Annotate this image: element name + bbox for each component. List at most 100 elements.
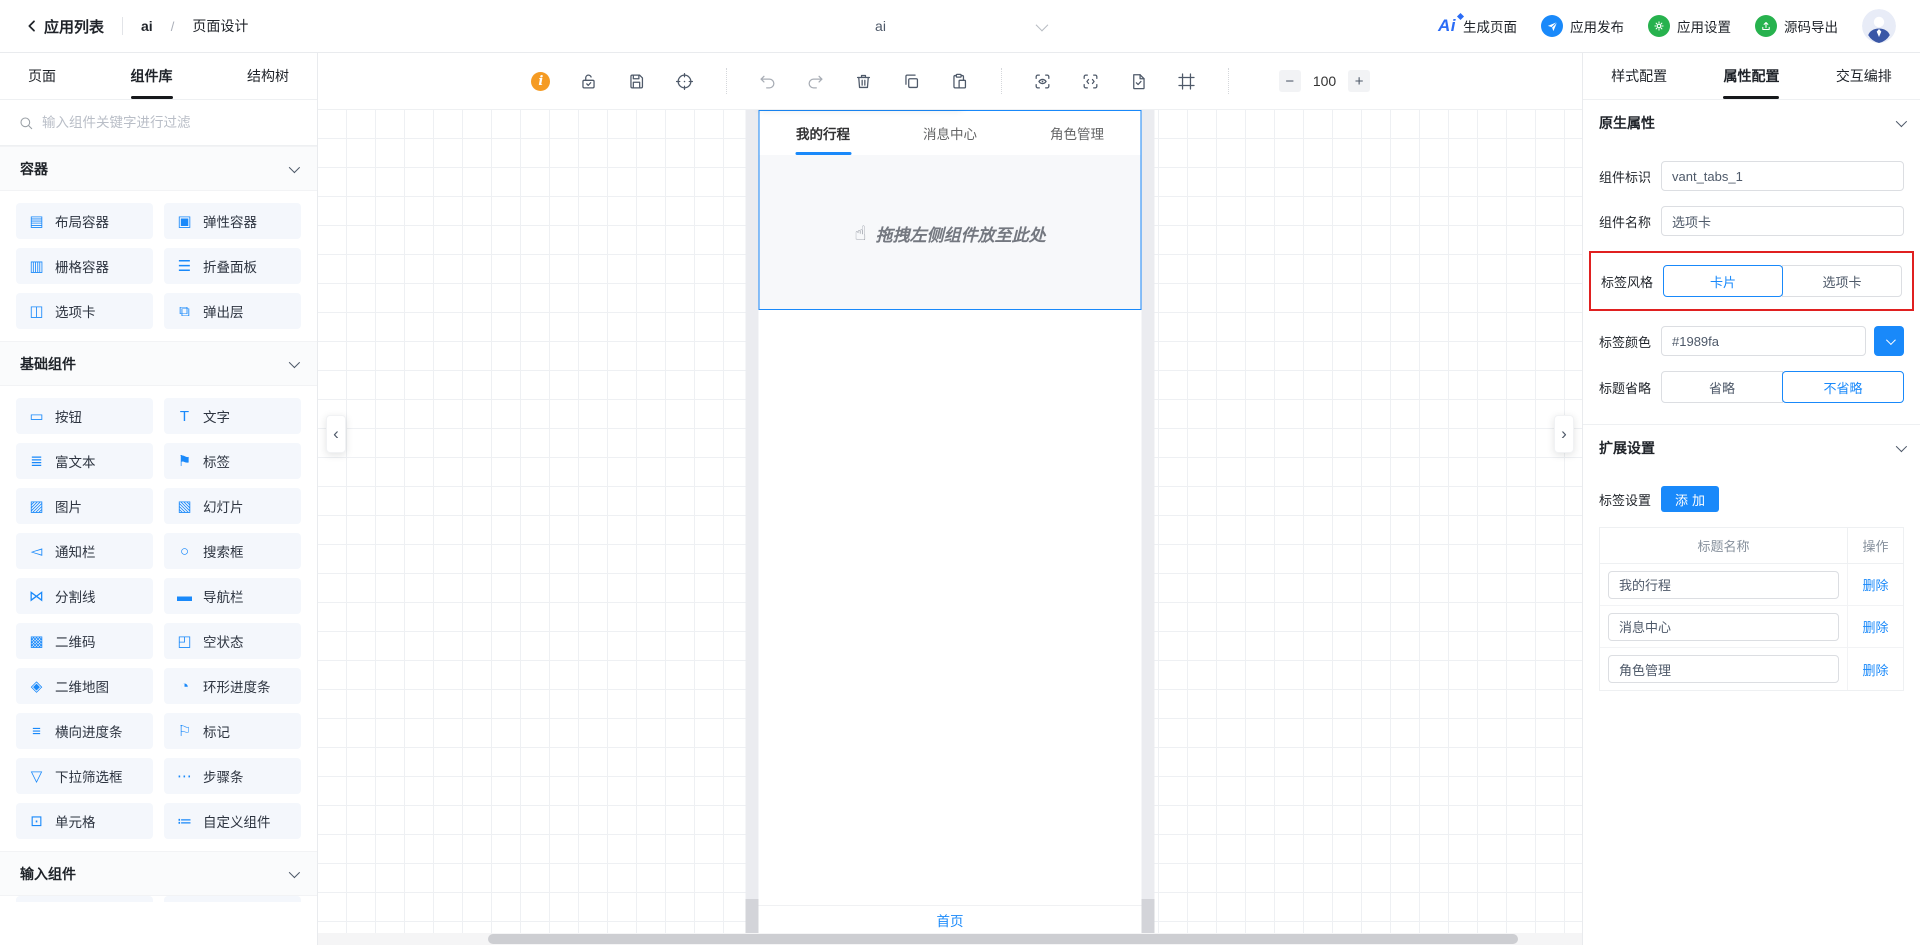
component-card[interactable]: ▨ 图片 [16,488,153,524]
chevron-down-icon[interactable] [1035,18,1049,31]
breadcrumb-app[interactable]: ai [141,18,153,34]
selected-tabs-component[interactable]: 选项卡_vant_tabs_1 我的行程 消息中心 角色管理 ☝ 拖拽左侧组件放… [758,78,1142,311]
component-card[interactable]: T 文字 [164,398,301,434]
page-check-button[interactable] [1128,70,1150,92]
color-picker-button[interactable] [1874,326,1904,356]
section-containers[interactable]: 容器 [0,146,317,191]
lock-button[interactable] [578,70,600,92]
component-card[interactable]: ◈ 二维地图 [16,668,153,704]
phone-preview: 选项卡_vant_tabs_1 我的行程 消息中心 角色管理 ☝ 拖拽左侧组件放… [758,78,1142,933]
component-card[interactable]: ≣ 富文本 [16,443,153,479]
zoom-out-button[interactable]: − [1278,70,1301,92]
back-to-app-list[interactable]: 应用列表 [24,16,104,37]
component-card[interactable]: ◔ 环形进度条 [164,668,301,704]
zoom-in-button[interactable]: + [1348,70,1371,92]
tab-color-input[interactable] [1661,326,1866,356]
search-input[interactable] [42,115,299,130]
info-button[interactable]: i [530,70,552,92]
save-button[interactable] [626,70,648,92]
component-card[interactable]: ⋈ 分割线 [16,578,153,614]
component-icon: ○ [179,542,190,560]
tab-style-config[interactable]: 样式配置 [1583,53,1695,99]
component-card[interactable]: ▥ 栅格容器 [16,248,153,284]
collapse-right-panel-handle[interactable]: › [1554,415,1574,453]
option-card[interactable]: 卡片 [1663,265,1783,297]
app-publish-button[interactable]: 应用发布 [1541,15,1624,37]
phone-tab-my-trips[interactable]: 我的行程 [760,111,887,155]
component-icon: ≣ [30,453,43,470]
paste-button[interactable] [949,70,971,92]
delete-row-link[interactable]: 删除 [1862,660,1888,679]
app-settings-button[interactable]: 应用设置 [1648,15,1731,37]
tab-title-input[interactable] [1608,570,1839,599]
add-tab-button[interactable]: 添加 [1661,486,1720,512]
preview-button[interactable] [1032,70,1054,92]
user-avatar[interactable] [1862,9,1896,43]
component-id-input[interactable] [1661,161,1904,191]
component-icon: ⊡ [30,813,43,830]
section-basic-components[interactable]: 基础组件 [0,341,317,386]
source-export-button[interactable]: 源码导出 [1755,15,1838,37]
phone-tab-message-center[interactable]: 消息中心 [887,111,1014,155]
unlock-icon [582,74,595,88]
component-card[interactable]: ◰ 空状态 [164,623,301,659]
component-card[interactable]: ▩ 二维码 [16,623,153,659]
component-card[interactable]: ⧉ 弹出层 [164,293,301,329]
component-card[interactable]: ◅ 通知栏 [16,533,153,569]
phone-left-scrollbar[interactable] [745,110,759,933]
section-input-components[interactable]: 输入组件 [0,851,317,896]
delete-row-link[interactable]: 删除 [1862,617,1888,636]
undo-button[interactable] [757,70,779,92]
source-code-button[interactable] [1080,70,1102,92]
native-properties-header[interactable]: 原生属性 [1599,100,1908,146]
component-card[interactable]: ▭ 按钮 [16,398,153,434]
component-card[interactable]: ⚑ 标签 [164,443,301,479]
component-card[interactable]: ⋯ 步骤条 [164,758,301,794]
component-card[interactable]: ⊡ 单元格 [16,803,153,839]
component-card[interactable]: ▣ 弹性容器 [164,203,301,239]
delete-row-link[interactable]: 删除 [1862,575,1888,594]
phone-tab-role-management[interactable]: 角色管理 [1014,111,1141,155]
component-card[interactable]: ▧ 幻灯片 [164,488,301,524]
tab-pages[interactable]: 页面 [28,53,56,99]
component-card[interactable]: ▬ 导航栏 [164,578,301,614]
tab-structure-tree[interactable]: 结构树 [247,53,289,99]
component-card[interactable]: ⚐ 标记 [164,713,301,749]
component-icon: ▽ [30,768,43,785]
copy-button[interactable] [901,70,923,92]
generate-page-button[interactable]: Ai 生成页面 [1438,12,1517,36]
scrollbar-thumb[interactable] [488,934,1518,944]
component-card[interactable]: ▽ 下拉筛选框 [16,758,153,794]
component-card[interactable]: ≡ 横向进度条 [16,713,153,749]
main-layout: 页面 组件库 结构树 容器 ▤ 布局容器 ▣ [0,53,1920,945]
toolbar-divider [1000,68,1002,94]
collapse-left-panel-handle[interactable]: ‹ [326,415,346,453]
extended-settings-header[interactable]: 扩展设置 [1599,425,1908,471]
option-no-ellipsis[interactable]: 不省略 [1782,371,1904,403]
component-card[interactable]: ≔ 自定义组件 [164,803,301,839]
component-card[interactable]: ◫ 选项卡 [16,293,153,329]
tab-interaction-config[interactable]: 交互编排 [1808,53,1920,99]
artboard-button[interactable] [1176,70,1198,92]
delete-button[interactable] [853,70,875,92]
component-label: 分割线 [55,590,96,605]
tab-component-library[interactable]: 组件库 [131,53,173,99]
tab-title-input[interactable] [1608,612,1839,641]
component-label: 导航栏 [203,590,244,605]
component-card[interactable]: ☰ 折叠面板 [164,248,301,284]
locate-button[interactable] [674,70,696,92]
component-name-input[interactable] [1661,206,1904,236]
option-ellipsis[interactable]: 省略 [1661,371,1783,403]
component-card[interactable]: ○ 搜索框 [164,533,301,569]
tab-title-input[interactable] [1608,655,1839,683]
component-card[interactable]: ▤ 布局容器 [16,203,153,239]
component-dropzone[interactable]: ☝ 拖拽左侧组件放至此处 [760,155,1141,311]
redo-button[interactable] [805,70,827,92]
tab-property-config[interactable]: 属性配置 [1695,53,1807,99]
option-tab-card[interactable]: 选项卡 [1782,265,1902,297]
component-icon: ▣ [177,213,192,230]
canvas-horizontal-scrollbar[interactable] [318,933,1582,945]
phone-right-scrollbar[interactable] [1141,110,1155,933]
field-label: 标题省略 [1599,380,1652,396]
tabbar-home-link[interactable]: 首页 [937,910,964,930]
